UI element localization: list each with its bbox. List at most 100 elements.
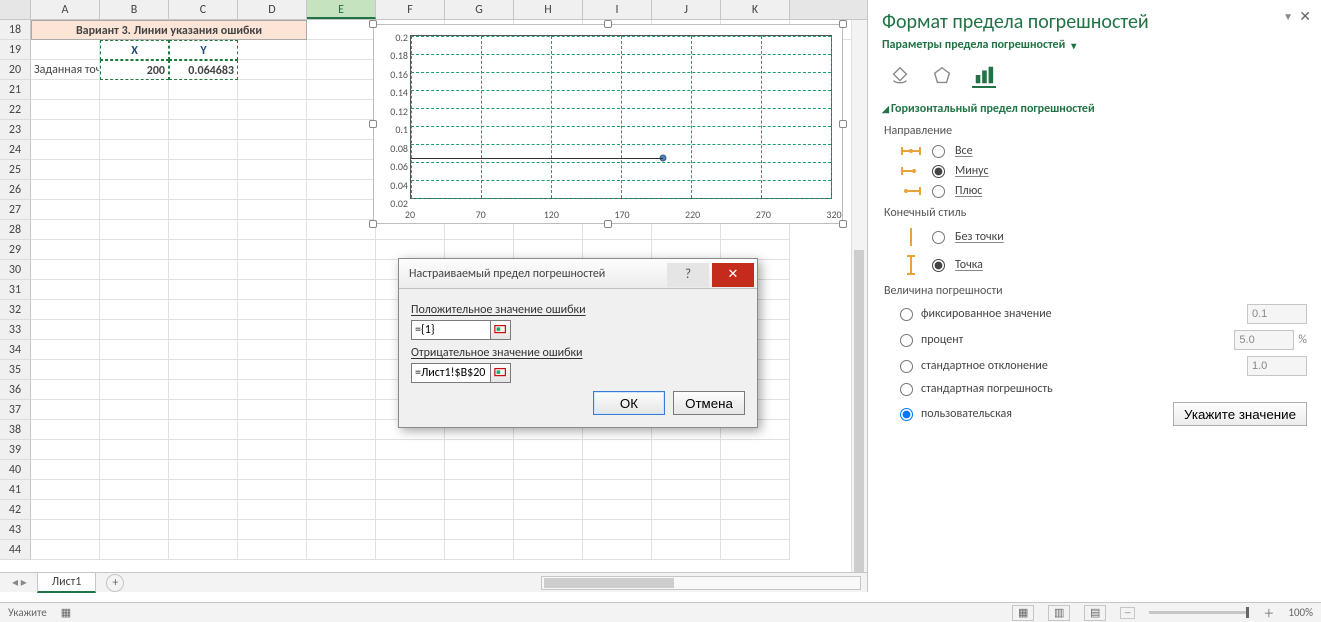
cell[interactable]: [238, 120, 307, 140]
close-pane-button[interactable]: ✕: [1299, 8, 1311, 25]
cell[interactable]: [721, 440, 790, 460]
cell[interactable]: [307, 240, 376, 260]
row-19[interactable]: 19: [0, 40, 31, 60]
cell[interactable]: [100, 460, 169, 480]
row-22[interactable]: 22: [0, 100, 31, 120]
cell[interactable]: Заданная точка -: [31, 60, 100, 80]
cell[interactable]: [238, 460, 307, 480]
cell[interactable]: [307, 280, 376, 300]
cell[interactable]: [376, 440, 445, 460]
zoom-level[interactable]: 100%: [1288, 606, 1313, 619]
cell[interactable]: [238, 520, 307, 540]
col-A[interactable]: A: [31, 0, 100, 19]
cell[interactable]: [100, 400, 169, 420]
cell[interactable]: [100, 140, 169, 160]
row-41[interactable]: 41: [0, 480, 31, 500]
row-26[interactable]: 26: [0, 180, 31, 200]
cell[interactable]: [31, 280, 100, 300]
cell[interactable]: [238, 340, 307, 360]
cell[interactable]: [31, 320, 100, 340]
cell[interactable]: [100, 180, 169, 200]
cell[interactable]: [376, 480, 445, 500]
cell[interactable]: [514, 440, 583, 460]
col-H[interactable]: H: [514, 0, 583, 19]
cell[interactable]: [652, 440, 721, 460]
fill-line-tab-icon[interactable]: [888, 64, 912, 88]
cell[interactable]: [307, 220, 376, 240]
cell[interactable]: [31, 420, 100, 440]
cell[interactable]: [583, 540, 652, 560]
cell[interactable]: [307, 440, 376, 460]
direction-both-radio[interactable]: [932, 145, 945, 158]
cell[interactable]: [31, 400, 100, 420]
cell[interactable]: [238, 420, 307, 440]
row-28[interactable]: 28: [0, 220, 31, 240]
cell[interactable]: [100, 120, 169, 140]
row-32[interactable]: 32: [0, 300, 31, 320]
cell[interactable]: [31, 380, 100, 400]
cell[interactable]: [307, 100, 376, 120]
cell[interactable]: Y: [169, 40, 238, 60]
amount-stddev-radio[interactable]: [900, 360, 913, 373]
row-33[interactable]: 33: [0, 320, 31, 340]
cell[interactable]: [652, 540, 721, 560]
cell[interactable]: [652, 480, 721, 500]
cell[interactable]: [100, 320, 169, 340]
specify-value-button[interactable]: Укажите значение: [1173, 402, 1307, 426]
cell[interactable]: [31, 160, 100, 180]
row-25[interactable]: 25: [0, 160, 31, 180]
cell[interactable]: [169, 520, 238, 540]
cell[interactable]: [31, 460, 100, 480]
row-29[interactable]: 29: [0, 240, 31, 260]
cell[interactable]: [31, 140, 100, 160]
cell[interactable]: [31, 340, 100, 360]
cell[interactable]: [169, 180, 238, 200]
cell[interactable]: 0.064683: [169, 60, 238, 80]
row-36[interactable]: 36: [0, 380, 31, 400]
cell[interactable]: [445, 240, 514, 260]
row-44[interactable]: 44: [0, 540, 31, 560]
cell[interactable]: [238, 200, 307, 220]
end-no-cap-radio[interactable]: [932, 231, 945, 244]
cell[interactable]: [376, 240, 445, 260]
row-27[interactable]: 27: [0, 200, 31, 220]
cell[interactable]: [169, 280, 238, 300]
cell[interactable]: [169, 80, 238, 100]
cell[interactable]: [307, 180, 376, 200]
col-B[interactable]: B: [100, 0, 169, 19]
cell[interactable]: [238, 440, 307, 460]
cell[interactable]: [169, 320, 238, 340]
cell[interactable]: [31, 500, 100, 520]
cell[interactable]: [445, 500, 514, 520]
resize-handle[interactable]: [839, 120, 847, 128]
cell[interactable]: [376, 540, 445, 560]
cell[interactable]: [169, 380, 238, 400]
col-F[interactable]: F: [376, 0, 445, 19]
cell[interactable]: [238, 180, 307, 200]
row-30[interactable]: 30: [0, 260, 31, 280]
range-picker-icon[interactable]: [491, 320, 511, 340]
cell[interactable]: [169, 140, 238, 160]
cell[interactable]: [238, 400, 307, 420]
cell[interactable]: [238, 160, 307, 180]
resize-handle[interactable]: [369, 20, 377, 28]
cell[interactable]: [100, 260, 169, 280]
cell[interactable]: [238, 40, 307, 60]
cell[interactable]: [652, 520, 721, 540]
cell[interactable]: [238, 280, 307, 300]
cell[interactable]: [169, 360, 238, 380]
row-40[interactable]: 40: [0, 460, 31, 480]
cell[interactable]: [100, 80, 169, 100]
cell[interactable]: [100, 220, 169, 240]
cell[interactable]: [307, 120, 376, 140]
cell[interactable]: [376, 460, 445, 480]
cell[interactable]: [169, 540, 238, 560]
cell[interactable]: [652, 240, 721, 260]
row-38[interactable]: 38: [0, 420, 31, 440]
cell[interactable]: [238, 100, 307, 120]
resize-handle[interactable]: [839, 220, 847, 228]
negative-value-input[interactable]: [411, 363, 491, 383]
row-21[interactable]: 21: [0, 80, 31, 100]
cell[interactable]: [169, 340, 238, 360]
row-42[interactable]: 42: [0, 500, 31, 520]
